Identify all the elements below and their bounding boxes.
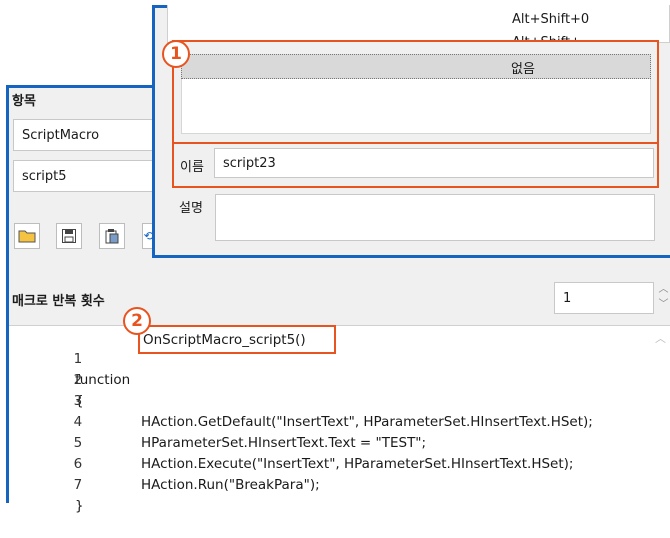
- callout-2-badge: 2: [123, 307, 151, 335]
- code-line: 2 {: [9, 349, 84, 409]
- paste-icon: [105, 229, 119, 244]
- line-number: 7: [73, 477, 83, 493]
- code-line: 4 HParameterSet.HInsertText.Text = "TEST…: [9, 391, 427, 451]
- macro-name-field[interactable]: script5: [13, 160, 153, 192]
- chevron-up-icon[interactable]: ︿: [654, 282, 670, 297]
- repeat-count-spinner[interactable]: ︿ ﹀: [654, 282, 670, 314]
- shortcut-item-selected[interactable]: 없음: [181, 54, 651, 79]
- scroll-up-icon[interactable]: ︿: [655, 330, 666, 346]
- line-number: 3: [73, 393, 83, 409]
- section-label: 항목: [12, 94, 36, 109]
- shortcut-settings-dialog: Alt+Shift+0 Alt+Shift+− 없음 이름 script23 설…: [152, 5, 670, 258]
- shortcut-list-top: [167, 5, 670, 43]
- function-name: OnScriptMacro_script5(): [143, 331, 306, 348]
- code-line: 1 function: [9, 328, 131, 388]
- shortcut-item-label: 없음: [511, 62, 535, 77]
- name-label: 이름: [180, 160, 204, 175]
- callout-1-badge: 1: [162, 40, 190, 68]
- shortcut-item[interactable]: Alt+Shift+0: [512, 12, 589, 27]
- code-line: 6 HAction.Run("BreakPara");: [9, 433, 320, 493]
- save-icon: [62, 229, 76, 243]
- code-text: HAction.Execute("InsertText", HParameter…: [141, 456, 574, 472]
- line-number: 6: [73, 456, 83, 472]
- shortcut-list-highlight: 없음: [172, 40, 659, 144]
- chevron-down-icon[interactable]: ﹀: [654, 297, 670, 312]
- description-input[interactable]: [215, 194, 655, 241]
- code-text: HParameterSet.HInsertText.Text = "TEST";: [141, 435, 427, 451]
- script-code-editor[interactable]: 1 function 2 { 3 HAction.GetDefault("Ins…: [9, 325, 670, 514]
- open-folder-icon: [18, 230, 36, 243]
- paste-button[interactable]: [99, 223, 125, 249]
- code-keyword: function: [75, 372, 135, 388]
- name-row-highlight: 이름 script23: [172, 144, 659, 188]
- description-label: 설명: [179, 201, 203, 216]
- code-text: HAction.GetDefault("InsertText", HParame…: [141, 414, 593, 430]
- code-line: 3 HAction.GetDefault("InsertText", HPara…: [9, 370, 593, 430]
- line-number: 1: [73, 351, 83, 367]
- line-number: 5: [73, 435, 83, 451]
- repeat-count-label: 매크로 반복 횟수: [12, 294, 105, 309]
- shortcut-list-body: [181, 79, 651, 134]
- repeat-count-input[interactable]: 1: [554, 282, 654, 314]
- function-name-highlight: OnScriptMacro_script5(): [138, 325, 336, 354]
- open-button[interactable]: [14, 223, 40, 249]
- line-number: 2: [73, 372, 83, 388]
- code-text: HAction.Run("BreakPara");: [141, 477, 320, 493]
- code-line: 5 HAction.Execute("InsertText", HParamet…: [9, 412, 574, 472]
- code-text: }: [75, 498, 84, 514]
- line-number: 4: [73, 414, 83, 430]
- save-button[interactable]: [56, 223, 82, 249]
- code-line: 7 }: [9, 454, 84, 514]
- name-input[interactable]: script23: [214, 148, 654, 178]
- macro-type-field[interactable]: ScriptMacro: [13, 119, 153, 151]
